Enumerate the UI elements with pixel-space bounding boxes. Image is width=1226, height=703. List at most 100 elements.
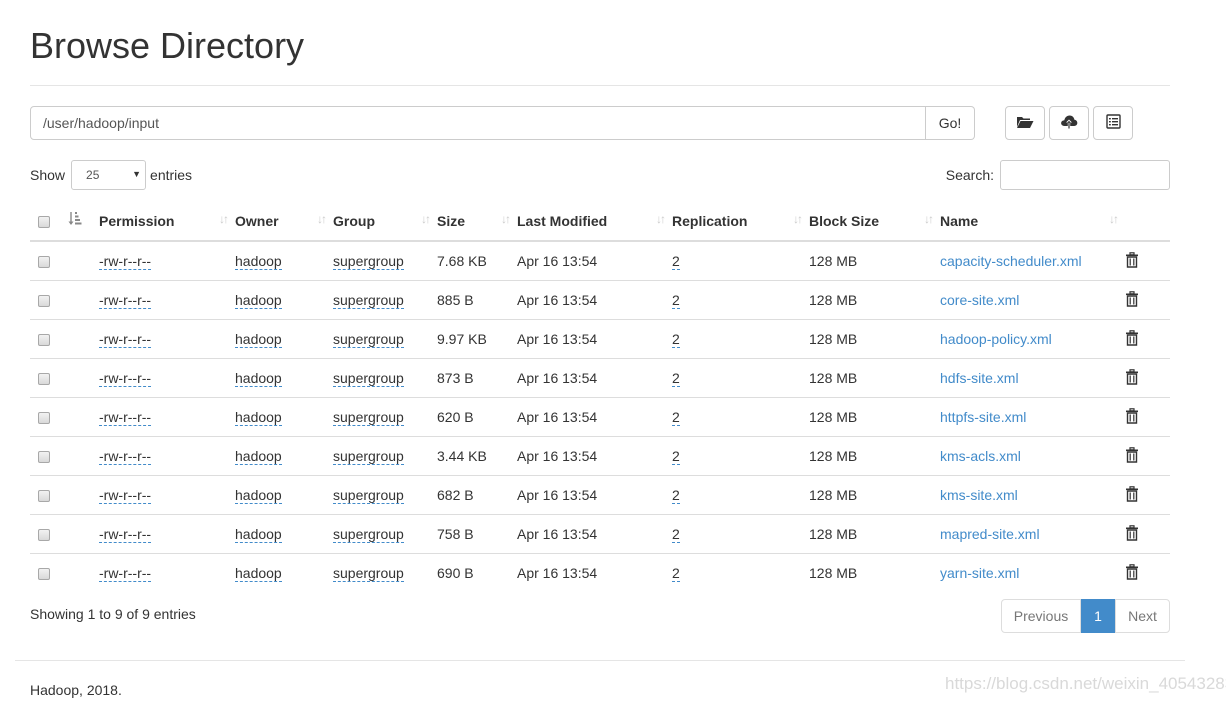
replication-link[interactable]: 2: [672, 409, 680, 426]
owner-link[interactable]: hadoop: [235, 526, 282, 543]
group-link[interactable]: supergroup: [333, 331, 404, 348]
permission-link[interactable]: -rw-r--r--: [99, 292, 152, 309]
row-checkbox[interactable]: [38, 529, 50, 542]
table-info: Showing 1 to 9 of 9 entries: [30, 606, 196, 622]
trash-icon[interactable]: [1125, 290, 1139, 310]
group-link[interactable]: supergroup: [333, 292, 404, 309]
owner-link[interactable]: hadoop: [235, 331, 282, 348]
permission-link[interactable]: -rw-r--r--: [99, 370, 152, 387]
group-link[interactable]: supergroup: [333, 448, 404, 465]
row-checkbox[interactable]: [38, 568, 50, 581]
trash-icon[interactable]: [1125, 368, 1139, 388]
modified-cell: Apr 16 13:54: [517, 553, 672, 592]
create-directory-button[interactable]: [1005, 106, 1045, 140]
permission-link[interactable]: -rw-r--r--: [99, 409, 152, 426]
row-checkbox[interactable]: [38, 490, 50, 503]
row-checkbox[interactable]: [38, 256, 50, 269]
block-size-cell: 128 MB: [809, 280, 940, 320]
column-header-replication[interactable]: Replication ↓↑: [672, 201, 809, 242]
row-select-cell: [30, 436, 66, 476]
replication-link[interactable]: 2: [672, 292, 680, 309]
row-checkbox[interactable]: [38, 451, 50, 464]
permission-link[interactable]: -rw-r--r--: [99, 253, 152, 270]
owner-link[interactable]: hadoop: [235, 409, 282, 426]
list-alt-icon: [1105, 114, 1121, 132]
trash-icon[interactable]: [1125, 251, 1139, 271]
owner-link[interactable]: hadoop: [235, 292, 282, 309]
file-name-link[interactable]: hadoop-policy.xml: [940, 331, 1052, 347]
permission-link[interactable]: -rw-r--r--: [99, 331, 152, 348]
row-checkbox[interactable]: [38, 373, 50, 386]
page-title: Browse Directory: [30, 25, 305, 66]
replication-cell: 2: [672, 553, 809, 592]
permission-link[interactable]: -rw-r--r--: [99, 487, 152, 504]
group-link[interactable]: supergroup: [333, 409, 404, 426]
search-input[interactable]: [1000, 160, 1170, 190]
column-header-group[interactable]: Group ↓↑: [333, 201, 437, 242]
trash-icon[interactable]: [1125, 446, 1139, 466]
trash-icon[interactable]: [1125, 524, 1139, 544]
file-name-link[interactable]: mapred-site.xml: [940, 526, 1040, 542]
replication-link[interactable]: 2: [672, 253, 680, 270]
next-page-button[interactable]: Next: [1115, 599, 1170, 633]
file-name-link[interactable]: kms-acls.xml: [940, 448, 1021, 464]
page-length-select[interactable]: 25 ▼: [71, 160, 147, 190]
block-size-cell: 128 MB: [809, 319, 940, 359]
owner-link[interactable]: hadoop: [235, 448, 282, 465]
row-checkbox[interactable]: [38, 412, 50, 425]
owner-link[interactable]: hadoop: [235, 370, 282, 387]
file-name-link[interactable]: httpfs-site.xml: [940, 409, 1026, 425]
file-name-link[interactable]: capacity-scheduler.xml: [940, 253, 1082, 269]
group-link[interactable]: supergroup: [333, 565, 404, 582]
group-link[interactable]: supergroup: [333, 370, 404, 387]
column-header-name[interactable]: Name ↓↑: [940, 201, 1125, 242]
replication-link[interactable]: 2: [672, 565, 680, 582]
replication-link[interactable]: 2: [672, 448, 680, 465]
delete-cell: [1125, 240, 1170, 281]
path-input[interactable]: [30, 106, 926, 140]
select-all-checkbox[interactable]: [38, 215, 50, 228]
file-name-link[interactable]: hdfs-site.xml: [940, 370, 1019, 386]
replication-link[interactable]: 2: [672, 487, 680, 504]
owner-link[interactable]: hadoop: [235, 253, 282, 270]
group-link[interactable]: supergroup: [333, 487, 404, 504]
column-header-size[interactable]: Size ↓↑: [437, 201, 517, 242]
permission-link[interactable]: -rw-r--r--: [99, 526, 152, 543]
file-name-link[interactable]: core-site.xml: [940, 292, 1019, 308]
size-cell: 682 B: [437, 475, 517, 515]
replication-link[interactable]: 2: [672, 370, 680, 387]
replication-link[interactable]: 2: [672, 526, 680, 543]
trash-icon[interactable]: [1125, 485, 1139, 505]
permission-link[interactable]: -rw-r--r--: [99, 565, 152, 582]
previous-page-button[interactable]: Previous: [1001, 599, 1081, 633]
owner-link[interactable]: hadoop: [235, 487, 282, 504]
entries-label: entries: [150, 167, 193, 183]
actions-header: [1125, 201, 1170, 242]
page-1-button[interactable]: 1: [1081, 599, 1115, 633]
row-checkbox[interactable]: [38, 295, 50, 308]
trash-icon[interactable]: [1125, 563, 1139, 583]
sort-icon: ↓↑: [421, 212, 431, 226]
group-link[interactable]: supergroup: [333, 526, 404, 543]
group-link[interactable]: supergroup: [333, 253, 404, 270]
trash-icon[interactable]: [1125, 407, 1139, 427]
group-cell: supergroup: [333, 240, 437, 281]
sort-header[interactable]: [66, 201, 99, 242]
column-header-block-size[interactable]: Block Size ↓↑: [809, 201, 940, 242]
owner-link[interactable]: hadoop: [235, 565, 282, 582]
file-name-link[interactable]: yarn-site.xml: [940, 565, 1019, 581]
column-header-owner[interactable]: Owner ↓↑: [235, 201, 333, 242]
column-header-permission[interactable]: Permission ↓↑: [99, 201, 235, 242]
file-name-link[interactable]: kms-site.xml: [940, 487, 1018, 503]
row-checkbox[interactable]: [38, 334, 50, 347]
column-header-last-modified[interactable]: Last Modified ↓↑: [517, 201, 672, 242]
name-cell: yarn-site.xml: [940, 553, 1125, 592]
go-button[interactable]: Go!: [926, 106, 975, 140]
permission-link[interactable]: -rw-r--r--: [99, 448, 152, 465]
upload-file-button[interactable]: [1049, 106, 1089, 140]
name-cell: core-site.xml: [940, 280, 1125, 320]
trash-icon[interactable]: [1125, 329, 1139, 349]
replication-link[interactable]: 2: [672, 331, 680, 348]
cut-paste-button[interactable]: [1093, 106, 1133, 140]
row-select-cell: [30, 240, 66, 281]
